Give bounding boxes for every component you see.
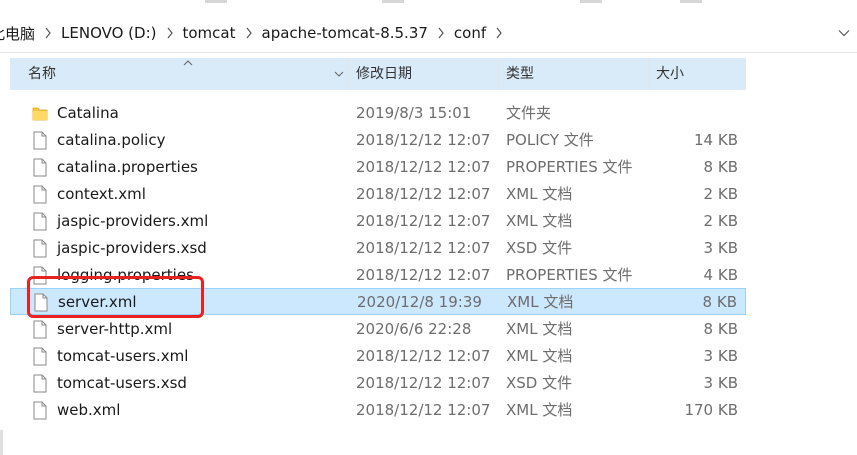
file-name: tomcat-users.xml [57, 347, 189, 365]
file-type: PROPERTIES 文件 [506, 266, 633, 284]
file-date: 2018/12/12 12:07 [356, 131, 491, 149]
file-name: catalina.properties [57, 158, 198, 176]
breadcrumb-item-tomcat[interactable]: tomcat [179, 24, 240, 42]
file-row-context-xml[interactable]: context.xml 2018/12/12 12:07 XML 文档 2 KB [10, 181, 746, 208]
column-header-date[interactable]: 修改日期 [348, 58, 498, 90]
file-date: 2018/12/12 12:07 [356, 266, 491, 284]
file-type: XML 文档 [506, 401, 573, 419]
file-date: 2018/12/12 12:07 [356, 374, 491, 392]
toolbar-remnant [680, 0, 702, 3]
file-size: 2 KB [703, 185, 738, 203]
file-size: 2 KB [703, 212, 738, 230]
breadcrumb-item-apache-tomcat[interactable]: apache-tomcat-8.5.37 [258, 24, 432, 42]
file-row-server-http-xml[interactable]: server-http.xml 2020/6/6 22:28 XML 文档 8 … [10, 316, 746, 343]
file-icon [33, 239, 47, 258]
file-name: server-http.xml [57, 320, 173, 338]
file-size: 8 KB [702, 293, 737, 311]
file-date: 2018/12/12 12:07 [356, 212, 491, 230]
column-divider[interactable] [745, 58, 746, 90]
file-size: 4 KB [703, 266, 738, 284]
breadcrumb: 此电脑 LENOVO (D:) tomcat apache-tomcat-8.5… [0, 14, 508, 52]
file-size: 8 KB [703, 320, 738, 338]
file-size: 3 KB [703, 239, 738, 257]
file-name: jaspic-providers.xsd [57, 239, 207, 257]
file-icon [33, 347, 47, 366]
file-date: 2020/6/6 22:28 [356, 320, 472, 338]
file-type: XML 文档 [506, 185, 573, 203]
red-highlight-annotation [27, 276, 204, 318]
toolbar-remnant [580, 0, 602, 3]
file-row-catalina[interactable]: Catalina 2019/8/3 15:01 文件夹 [10, 100, 746, 127]
file-icon [33, 320, 47, 339]
file-type: POLICY 文件 [506, 131, 594, 149]
file-type: XML 文档 [506, 212, 573, 230]
file-name: Catalina [57, 104, 119, 122]
file-name: catalina.policy [57, 131, 166, 149]
file-type: XML 文档 [507, 293, 574, 311]
file-row-jaspic-providers-xsd[interactable]: jaspic-providers.xsd 2018/12/12 12:07 XS… [10, 235, 746, 262]
address-history-chevron-down-icon[interactable] [831, 14, 857, 52]
column-header-date-label: 修改日期 [356, 66, 412, 82]
column-header-size[interactable]: 大小 [648, 58, 746, 90]
file-name: jaspic-providers.xml [57, 212, 209, 230]
breadcrumb-item-conf[interactable]: conf [450, 24, 490, 42]
file-name: context.xml [57, 185, 146, 203]
file-type: 文件夹 [506, 104, 552, 122]
file-icon [33, 212, 47, 231]
column-header-type-label: 类型 [506, 66, 534, 82]
file-date: 2018/12/12 12:07 [356, 239, 491, 257]
sort-ascending-icon [183, 60, 193, 66]
file-size: 170 KB [684, 401, 738, 419]
file-icon [33, 185, 47, 204]
scroll-edge [0, 430, 3, 455]
file-type: XSD 文件 [506, 374, 573, 392]
file-icon [33, 401, 47, 420]
file-date: 2019/8/3 15:01 [356, 104, 472, 122]
column-filter-chevron-down-icon[interactable] [332, 66, 346, 82]
column-header-row: 名称 修改日期 类型 大小 [10, 58, 746, 90]
file-type: XML 文档 [506, 347, 573, 365]
column-header-type[interactable]: 类型 [498, 58, 648, 90]
file-date: 2018/12/12 12:07 [356, 401, 491, 419]
file-icon [33, 374, 47, 393]
file-type: XSD 文件 [506, 239, 573, 257]
file-type: PROPERTIES 文件 [506, 158, 633, 176]
file-size: 3 KB [703, 347, 738, 365]
toolbar-remnant [205, 0, 227, 3]
chevron-right-icon[interactable] [432, 23, 450, 43]
folder-icon [32, 107, 48, 121]
file-row-catalina-properties[interactable]: catalina.properties 2018/12/12 12:07 PRO… [10, 154, 746, 181]
file-date: 2018/12/12 12:07 [356, 158, 491, 176]
file-type: XML 文档 [506, 320, 573, 338]
chevron-right-icon[interactable] [39, 23, 57, 43]
file-row-jaspic-providers-xml[interactable]: jaspic-providers.xml 2018/12/12 12:07 XM… [10, 208, 746, 235]
breadcrumb-item-this-pc[interactable]: 此电脑 [0, 23, 39, 44]
file-icon [33, 158, 47, 177]
file-name: tomcat-users.xsd [57, 374, 187, 392]
top-strip [0, 0, 857, 8]
file-row-web-xml[interactable]: web.xml 2018/12/12 12:07 XML 文档 170 KB [10, 397, 746, 424]
file-size: 8 KB [703, 158, 738, 176]
file-date: 2018/12/12 12:07 [356, 185, 491, 203]
file-row-tomcat-users-xsd[interactable]: tomcat-users.xsd 2018/12/12 12:07 XSD 文件… [10, 370, 746, 397]
breadcrumb-item-drive[interactable]: LENOVO (D:) [57, 24, 160, 42]
chevron-right-icon[interactable] [490, 23, 508, 43]
file-icon [33, 131, 47, 150]
chevron-right-icon[interactable] [240, 23, 258, 43]
file-date: 2020/12/8 19:39 [357, 293, 482, 311]
address-bar[interactable]: 此电脑 LENOVO (D:) tomcat apache-tomcat-8.5… [0, 14, 857, 53]
file-name: web.xml [57, 401, 121, 419]
toolbar-remnant [382, 0, 404, 3]
file-size: 3 KB [703, 374, 738, 392]
column-header-name-label: 名称 [28, 66, 56, 82]
file-size: 14 KB [694, 131, 738, 149]
file-row-tomcat-users-xml[interactable]: tomcat-users.xml 2018/12/12 12:07 XML 文档… [10, 343, 746, 370]
file-date: 2018/12/12 12:07 [356, 347, 491, 365]
column-header-size-label: 大小 [656, 66, 684, 82]
file-row-catalina-policy[interactable]: catalina.policy 2018/12/12 12:07 POLICY … [10, 127, 746, 154]
chevron-right-icon[interactable] [161, 23, 179, 43]
